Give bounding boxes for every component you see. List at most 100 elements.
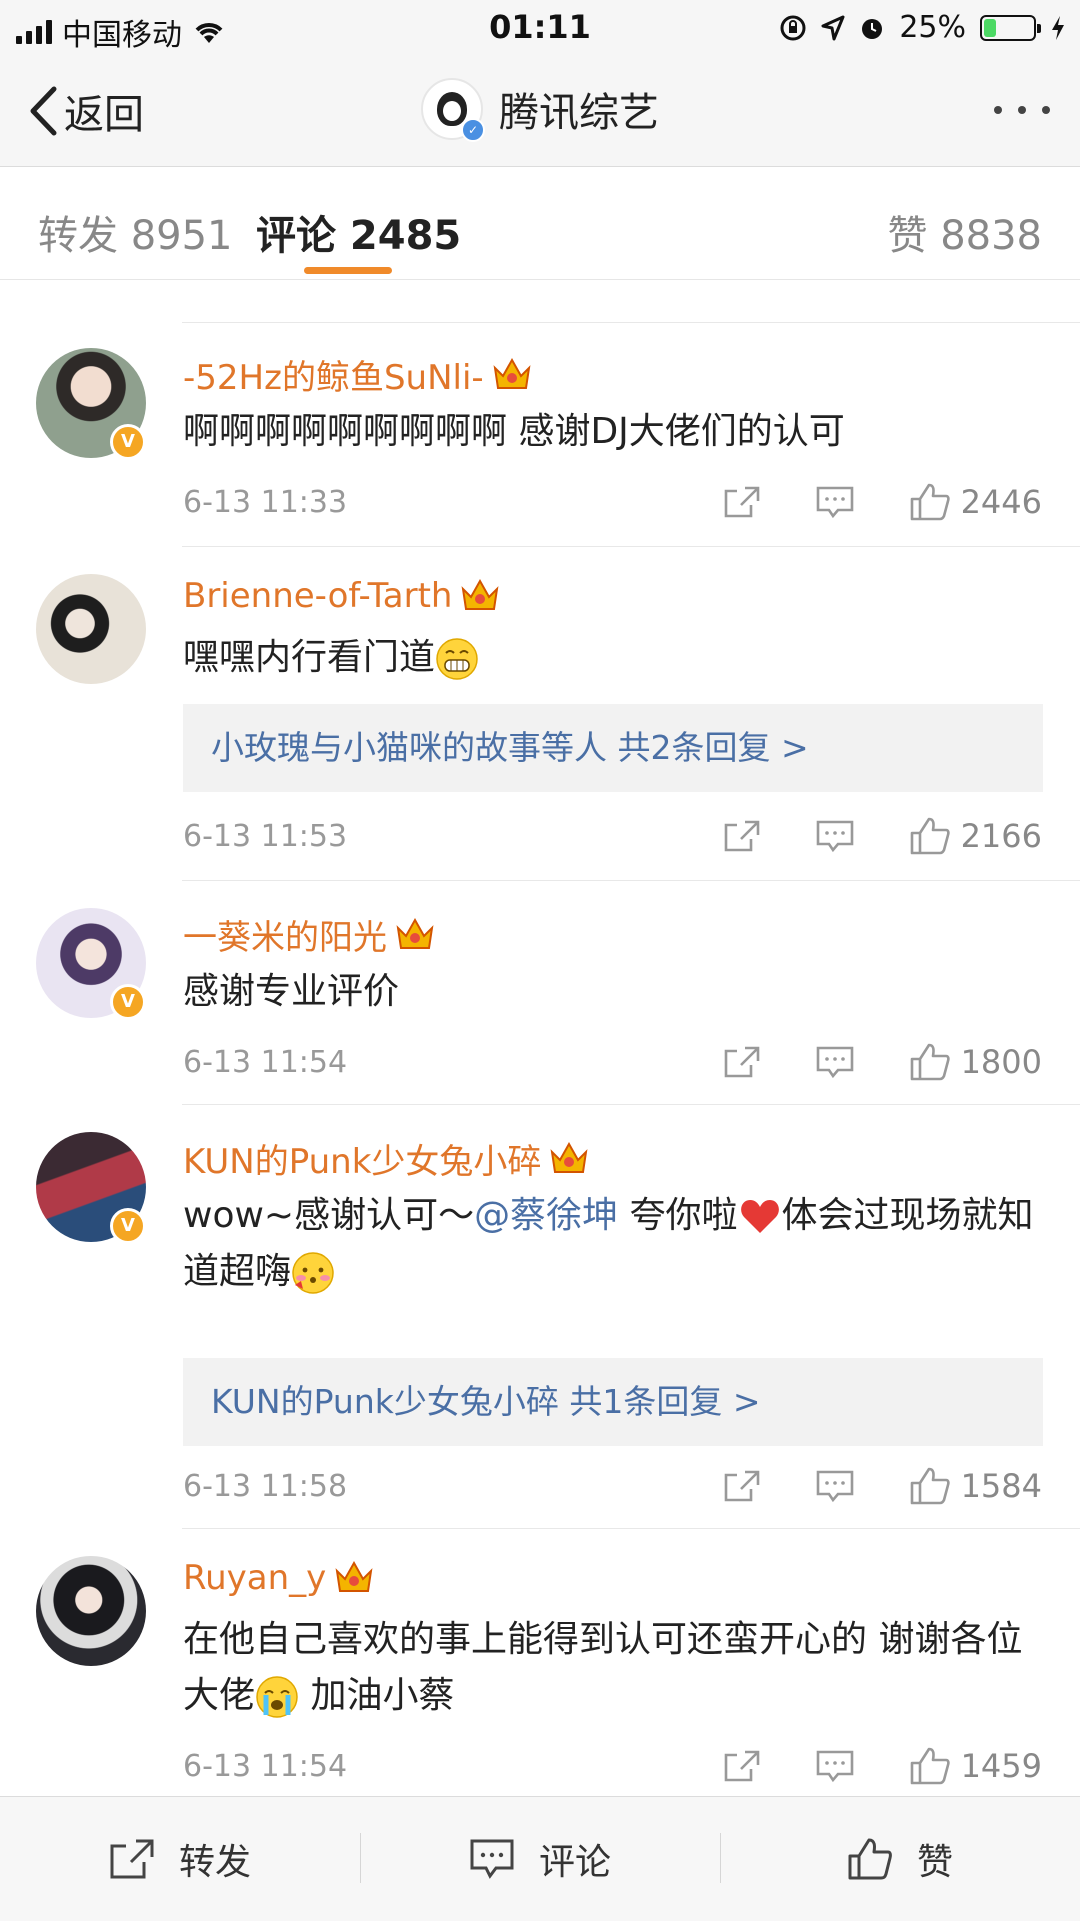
bottom-action-bar: 转发 评论 赞 [0,1796,1080,1921]
comment-text: 啊啊啊啊啊啊啊啊啊 感谢DJ大佬们的认可 [183,411,845,452]
comment-icon [470,1839,514,1879]
comment-username[interactable]: KUN的Punk少女兔小碎 [183,1134,589,1183]
username-text: 一葵米的阳光 [183,918,387,958]
comment-time: 6-13 11:58 [183,1468,348,1504]
comment-username[interactable]: Brienne-of-Tarth [183,576,500,616]
battery-icon [980,14,1041,41]
share-icon[interactable] [723,1045,761,1079]
like-count: 1800 [960,1043,1042,1081]
crown-icon [396,917,434,949]
avatar[interactable]: V [36,348,146,460]
comment-text-part: wow~感谢认可～ [183,1195,475,1236]
comment-text: 感谢专业评价 [183,971,400,1012]
verified-badge-icon: V [110,424,146,460]
tab-like[interactable]: 赞 8838 [887,203,1042,261]
verified-badge-icon: V [110,984,146,1020]
like-button[interactable]: 1800 [909,1042,1042,1082]
comment-icon[interactable] [815,1045,855,1079]
avatar[interactable] [36,574,146,684]
avatar[interactable]: V [36,1132,146,1244]
comment-label: 评论 [538,1842,611,1883]
account-avatar[interactable]: ✓ [421,78,485,142]
avatar-photo [36,574,146,684]
verified-icon: ✓ [461,118,485,142]
alarm-icon [862,18,883,39]
comment-button[interactable]: 评论 [360,1797,720,1921]
comment-username[interactable]: 一葵米的阳光 [183,910,435,959]
thumbs-up-icon [848,1838,892,1880]
location-icon [821,15,845,40]
comment-list[interactable]: V -52Hz的鲸鱼SuNli- 啊啊啊啊啊啊啊啊啊 感谢DJ大佬们的认可 6-… [0,280,1080,1796]
active-tab-indicator [304,267,392,274]
grin-emoji-icon [436,638,478,680]
divider [182,1104,1080,1105]
avatar-photo [36,1556,146,1666]
comment-meta: 6-13 11:33 2446 [183,482,1042,522]
comment-time: 6-13 11:54 [183,1748,348,1784]
battery-percent: 25% [899,10,966,45]
comment-time: 6-13 11:54 [183,1044,348,1080]
charging-icon [1052,15,1064,40]
divider [182,546,1080,547]
battery-fill [984,18,996,37]
username-text: -52Hz的鲸鱼SuNli- [183,358,484,398]
verified-badge-icon: V [110,1208,146,1244]
comment-text: wow~感谢认可～@蔡徐坤 夸你啦 体会过现场就知道超嗨 [183,1188,1043,1300]
crown-icon [550,1141,588,1173]
share-icon[interactable] [723,485,761,519]
divider [182,322,1080,323]
divider [182,1528,1080,1529]
comment-icon[interactable] [815,1749,855,1783]
crown-icon [493,357,531,389]
crown-icon [335,1560,373,1592]
repost-label: 转发 [178,1842,251,1883]
blush-emoji-icon [292,1252,334,1294]
page-title: 腾讯综艺 [499,90,659,136]
like-button[interactable]: 2446 [909,482,1042,522]
like-button[interactable]: 2166 [909,816,1042,856]
like-button[interactable]: 1459 [909,1746,1042,1786]
divider [182,880,1080,881]
comment-icon[interactable] [815,485,855,519]
tab-repost[interactable]: 转发 8951 [38,203,233,261]
reply-summary[interactable]: 小玫瑰与小猫咪的故事等人 共2条回复 > [183,704,1043,792]
comment-time: 6-13 11:53 [183,818,348,854]
comment-text-part: 加油小蔡 [299,1675,455,1716]
username-text: Ruyan_y [183,1558,327,1598]
username-text: Brienne-of-Tarth [183,576,453,616]
repost-button[interactable]: 转发 [0,1797,360,1921]
avatar[interactable]: V [36,908,146,1020]
like-button[interactable]: 1584 [909,1466,1042,1506]
comment-username[interactable]: Ruyan_y [183,1558,374,1598]
comment-text-content: 嘿嘿内行看门道 [183,637,436,678]
share-icon[interactable] [723,819,761,853]
status-right: 25% [779,10,1066,45]
share-icon[interactable] [723,1469,761,1503]
nav-title-group[interactable]: ✓ 腾讯综艺 [0,78,1080,142]
mention-link[interactable]: @蔡徐坤 [474,1195,618,1236]
share-icon[interactable] [723,1749,761,1783]
comment-meta: 6-13 11:54 1459 [183,1746,1042,1786]
comment-text: 在他自己喜欢的事上能得到认可还蛮开心的 谢谢各位大佬 加油小蔡 [183,1612,1043,1724]
orientation-lock-icon [780,15,806,40]
username-text: KUN的Punk少女兔小碎 [183,1142,542,1182]
like-button[interactable]: 赞 [720,1797,1080,1921]
tab-comment[interactable]: 评论 2485 [256,203,461,261]
comment-meta: 6-13 11:58 1584 [183,1466,1042,1506]
comment-icon[interactable] [815,1469,855,1503]
comment-icon[interactable] [815,819,855,853]
thumbs-up-icon [910,1043,950,1081]
thumbs-up-icon [910,483,950,521]
reply-summary[interactable]: KUN的Punk少女兔小碎 共1条回复 > [183,1358,1043,1446]
avatar[interactable] [36,1556,146,1666]
comment-meta: 6-13 11:54 1800 [183,1042,1042,1082]
more-icon[interactable] [994,106,1050,114]
comment-username[interactable]: -52Hz的鲸鱼SuNli- [183,350,532,399]
crown-icon [462,578,499,610]
thumbs-up-icon [910,1467,950,1505]
like-count: 2446 [960,483,1042,521]
like-count: 2166 [960,817,1042,855]
share-icon [110,1839,154,1879]
like-label: 赞 [916,1842,953,1883]
crying-emoji-icon [256,1676,298,1718]
